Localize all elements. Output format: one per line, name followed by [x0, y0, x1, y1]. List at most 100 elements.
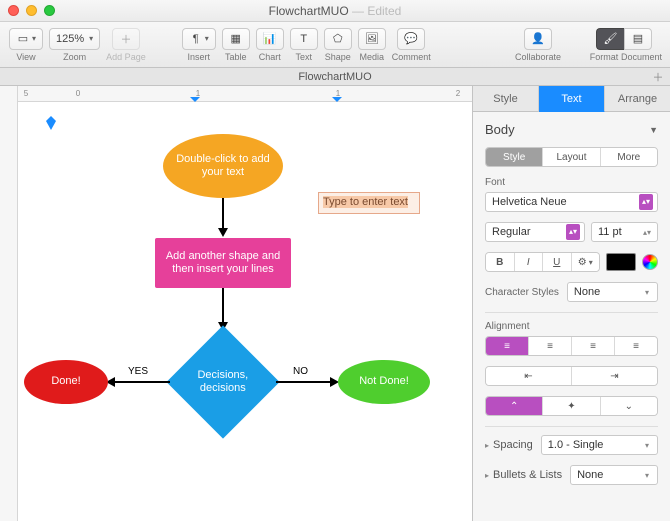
arrow-1-head: [218, 228, 228, 237]
format-label: Format: [587, 52, 621, 62]
valign-middle-button[interactable]: ✦: [543, 397, 600, 415]
view-button[interactable]: ▭▾: [9, 28, 43, 50]
flowchart-decision-shape[interactable]: Decisions, decisions: [166, 325, 279, 438]
add-page-button[interactable]: ＋: [112, 28, 140, 50]
doc-name: FlowchartMUO: [269, 4, 349, 18]
collaborate-button[interactable]: 👤: [524, 28, 552, 50]
new-tab-button[interactable]: ＋: [650, 69, 666, 85]
window-title: FlowchartMUO — Edited: [269, 4, 402, 18]
format-button[interactable]: 🖌: [596, 28, 624, 50]
view-icon: ▭: [16, 32, 30, 46]
inspector-tab-style[interactable]: Style: [473, 86, 539, 112]
chevron-down-icon: ▾: [641, 441, 653, 450]
advanced-font-button[interactable]: ⚙︎▾: [572, 253, 600, 271]
canvas[interactable]: Double-click to add your text Add anothe…: [18, 102, 472, 521]
italic-button[interactable]: I: [515, 253, 544, 271]
media-button[interactable]: 🖼: [358, 28, 386, 50]
text-button[interactable]: T: [290, 28, 318, 50]
text-color-swatch[interactable]: [606, 253, 636, 271]
canvas-textbox-text: Type to enter text: [323, 196, 408, 208]
zoom-button[interactable]: 125%▾: [49, 28, 100, 50]
ruler-tick-0: 5: [24, 89, 29, 98]
charstyles-value: None: [574, 286, 600, 298]
edge-yes-label: YES: [128, 366, 148, 377]
bullets-disclosure[interactable]: ▸ Bullets & Lists: [485, 469, 562, 481]
flowchart-process-shape[interactable]: Add another shape and then insert your l…: [155, 238, 291, 288]
shape-button[interactable]: ⬠: [324, 28, 352, 50]
margin-guide-icon[interactable]: [46, 116, 56, 130]
inspector-panel: Style Text Arrange Body ▼ Style Layout M…: [472, 86, 670, 521]
font-family-select[interactable]: Helvetica Neue ▴▾: [485, 192, 658, 212]
ruler-tick-3: 1: [336, 89, 341, 98]
bullets-select[interactable]: None ▾: [570, 465, 658, 485]
subtab-layout[interactable]: Layout: [543, 148, 600, 166]
canvas-area: 5 0 1 1 2 Double-click to add your text: [0, 86, 472, 521]
color-wheel-icon[interactable]: [642, 254, 658, 270]
font-size-value: 11 pt: [598, 226, 622, 238]
align-center-button[interactable]: ≡: [529, 337, 572, 355]
vertical-ruler[interactable]: [0, 86, 18, 521]
valign-top-button[interactable]: ⌃: [486, 397, 543, 415]
canvas-textbox[interactable]: Type to enter text: [318, 192, 420, 214]
flowchart-decision-text: Decisions, decisions: [187, 369, 259, 395]
font-family-value: Helvetica Neue: [492, 196, 567, 208]
spacing-disclosure[interactable]: ▸ Spacing: [485, 439, 533, 451]
stepper-icon: ▴▾: [566, 224, 580, 240]
media-label: Media: [359, 52, 384, 62]
indent-button[interactable]: ⇥: [572, 367, 657, 385]
paragraph-style-dropdown[interactable]: Body ▼: [485, 122, 658, 137]
flowchart-start-shape[interactable]: Double-click to add your text: [163, 134, 283, 198]
arrow-yes[interactable]: [114, 381, 170, 383]
font-weight-value: Regular: [492, 226, 531, 238]
spacing-select[interactable]: 1.0 - Single ▾: [541, 435, 658, 455]
gear-icon: ⚙︎: [578, 257, 587, 268]
valign-bottom-button[interactable]: ⌄: [601, 397, 657, 415]
edge-no-label: NO: [293, 366, 308, 377]
flowchart-notdone-shape[interactable]: Not Done!: [338, 360, 430, 404]
inspector-tabs: Style Text Arrange: [473, 86, 670, 112]
inspector-tab-arrange[interactable]: Arrange: [605, 86, 670, 112]
stepper-icon: ▴▾: [639, 194, 653, 210]
flowchart-notdone-text: Not Done!: [359, 375, 409, 388]
horizontal-ruler[interactable]: 5 0 1 1 2: [18, 86, 472, 102]
triangle-right-icon: ▸: [485, 471, 489, 480]
align-left-button[interactable]: ≡: [486, 337, 529, 355]
flowchart-done-shape[interactable]: Done!: [24, 360, 108, 404]
document-icon: ▤: [631, 32, 645, 46]
zoom-window-button[interactable]: [44, 5, 55, 16]
document-tab[interactable]: FlowchartMUO: [298, 71, 371, 83]
document-button[interactable]: ▤: [624, 28, 652, 50]
arrow-1[interactable]: [222, 198, 224, 230]
underline-button[interactable]: U: [543, 253, 572, 271]
font-size-input[interactable]: 11 pt ▴▾: [591, 222, 658, 242]
plus-icon: ＋: [119, 32, 133, 46]
ruler-tick-2: 1: [196, 89, 201, 98]
chart-button[interactable]: 📊: [256, 28, 284, 50]
table-button[interactable]: ▦: [222, 28, 250, 50]
charstyles-label: Character Styles: [485, 287, 559, 298]
subtab-more[interactable]: More: [601, 148, 657, 166]
bold-button[interactable]: B: [486, 253, 515, 271]
outdent-button[interactable]: ⇤: [486, 367, 572, 385]
minimize-window-button[interactable]: [26, 5, 37, 16]
close-window-button[interactable]: [8, 5, 19, 16]
zoom-label: Zoom: [63, 52, 86, 62]
alignment-label: Alignment: [485, 321, 658, 332]
edited-status: — Edited: [352, 4, 401, 18]
inspector-tab-text[interactable]: Text: [539, 86, 605, 112]
comment-icon: 💬: [404, 32, 418, 46]
charstyles-select[interactable]: None ▾: [567, 282, 658, 302]
collaborate-icon: 👤: [531, 32, 545, 46]
align-right-button[interactable]: ≡: [572, 337, 615, 355]
subtab-style[interactable]: Style: [486, 148, 543, 166]
font-weight-select[interactable]: Regular ▴▾: [485, 222, 585, 242]
stepper-icon: ▴▾: [641, 228, 653, 237]
align-justify-button[interactable]: ≡: [615, 337, 657, 355]
insert-button[interactable]: ¶▾: [182, 28, 216, 50]
media-icon: 🖼: [365, 32, 379, 46]
chevron-down-icon: ▾: [641, 288, 653, 297]
arrow-no[interactable]: [276, 381, 332, 383]
comment-button[interactable]: 💬: [397, 28, 425, 50]
arrow-2[interactable]: [222, 288, 224, 324]
document-tab-bar: FlowchartMUO ＋: [0, 68, 670, 86]
